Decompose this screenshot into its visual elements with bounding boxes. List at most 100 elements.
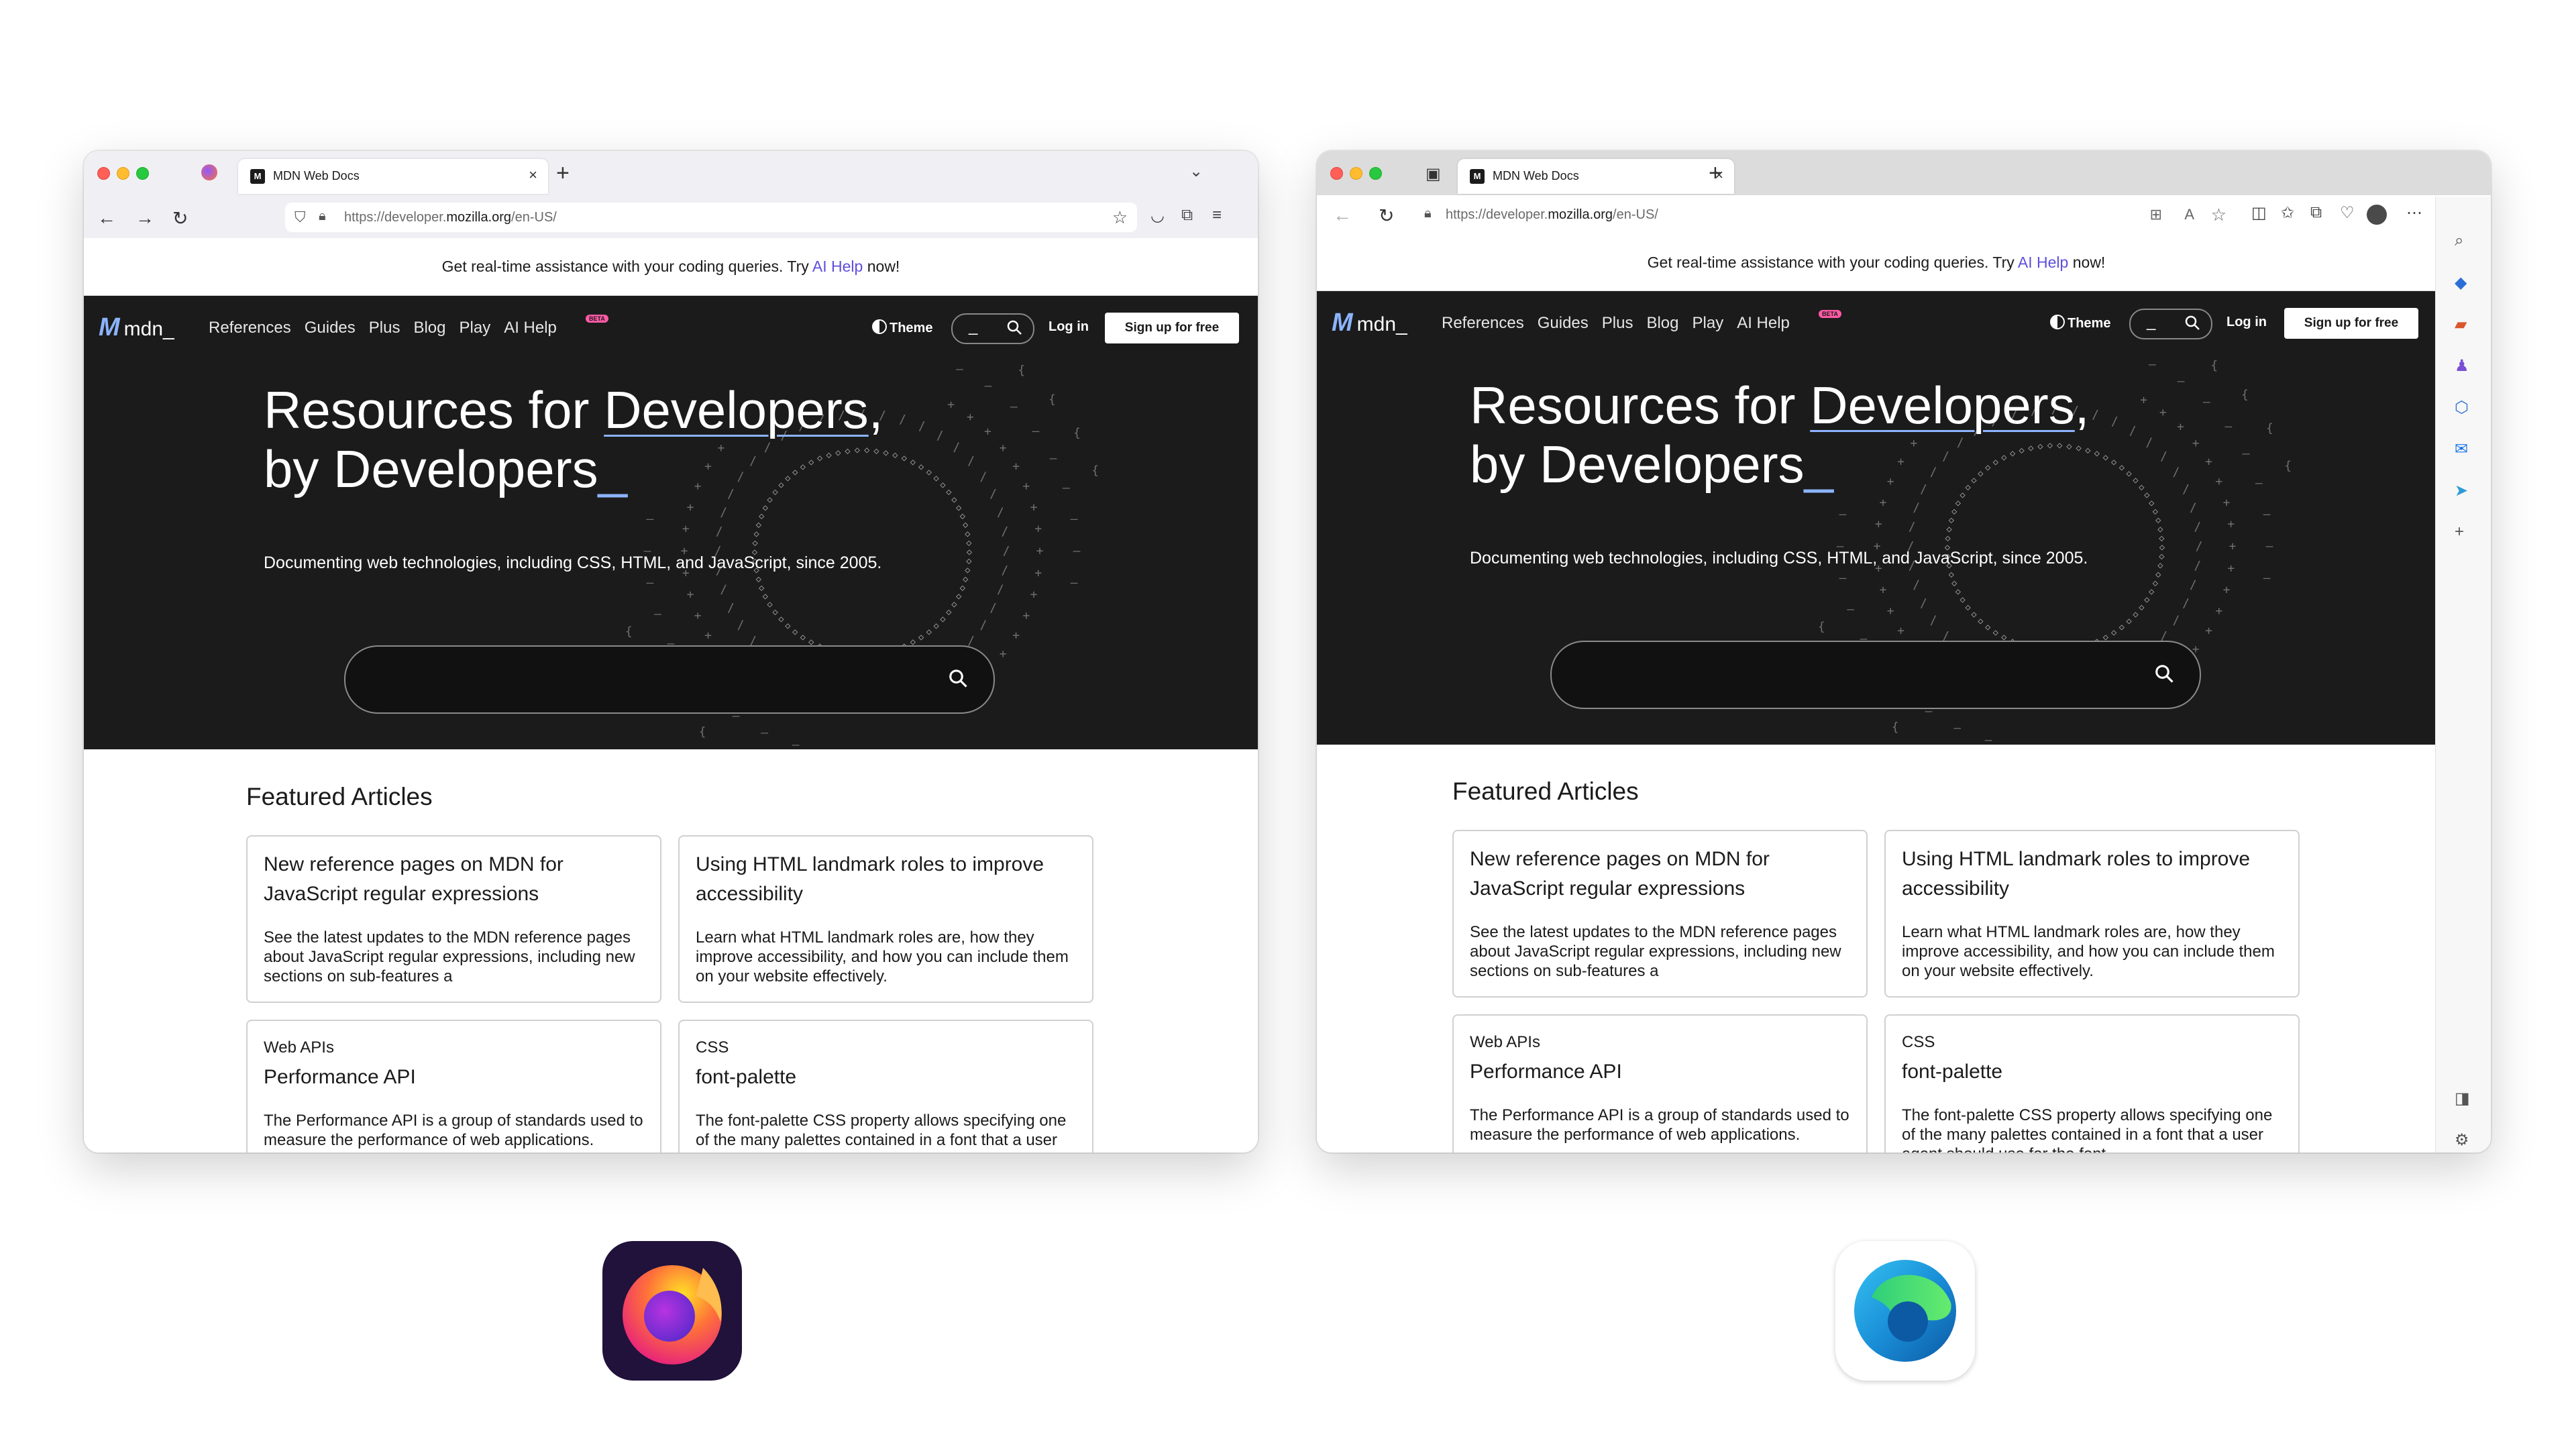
hide-sidebar-icon[interactable]: ◨ xyxy=(2455,1089,2470,1108)
nav-ai-help[interactable]: AI Help xyxy=(504,319,557,337)
nav-plus[interactable]: Plus xyxy=(369,319,400,337)
card-title[interactable]: New reference pages on MDN for JavaScrip… xyxy=(264,850,644,909)
new-tab-button[interactable]: + xyxy=(1709,160,1722,186)
featured-card[interactable]: Web APIs Performance API The Performance… xyxy=(246,1020,661,1152)
card-category[interactable]: Web APIs xyxy=(264,1038,334,1057)
app-available-icon[interactable]: ⊞ xyxy=(2150,206,2162,223)
address-bar[interactable]: ⛉ 🔒︎ https://developer.mozilla.org/en-US… xyxy=(285,203,1137,232)
card-title[interactable]: Using HTML landmark roles to improve acc… xyxy=(1902,845,2282,904)
nav-search-button[interactable]: _ xyxy=(2129,309,2212,339)
new-tab-button[interactable]: + xyxy=(556,160,570,186)
split-screen-icon[interactable]: ◫ xyxy=(2251,203,2267,223)
extensions-icon[interactable]: ⧉ xyxy=(1181,206,1193,225)
reload-icon[interactable]: ↻ xyxy=(172,207,188,229)
nav-ai-help[interactable]: AI Help xyxy=(1737,314,1790,332)
add-sidebar-app-icon[interactable]: + xyxy=(2455,523,2464,541)
signup-button[interactable]: Sign up for free xyxy=(1105,313,1239,343)
reload-icon[interactable]: ↻ xyxy=(1379,205,1394,227)
more-options-icon[interactable]: ⋯ xyxy=(2406,203,2422,223)
close-tab-icon[interactable]: × xyxy=(529,166,537,184)
card-category[interactable]: CSS xyxy=(696,1038,729,1057)
tab-mdn-web-docs[interactable]: M MDN Web Docs × xyxy=(238,159,548,194)
address-bar[interactable]: 🔒︎ https://developer.mozilla.org/en-US/ … xyxy=(1417,200,2236,229)
bookmark-star-icon[interactable]: ☆ xyxy=(1112,207,1128,228)
pocket-icon[interactable]: ◡ xyxy=(1150,206,1165,225)
mdn-logo[interactable]: Mmdn_ xyxy=(1332,309,1407,337)
login-link[interactable]: Log in xyxy=(1049,319,1089,335)
tools-briefcase-icon[interactable]: ▰ xyxy=(2455,315,2467,334)
back-icon[interactable]: ← xyxy=(97,207,116,229)
menu-icon[interactable]: ≡ xyxy=(1212,206,1222,225)
list-tabs-chevron-down-icon[interactable]: ⌄ xyxy=(1189,162,1203,181)
login-link[interactable]: Log in xyxy=(2226,315,2267,330)
profile-avatar[interactable] xyxy=(2367,205,2387,225)
shopping-tag-icon[interactable]: ◆ xyxy=(2455,273,2467,292)
nav-play[interactable]: Play xyxy=(1693,314,1724,332)
tab-mdn-web-docs[interactable]: M MDN Web Docs × xyxy=(1458,159,1734,194)
hero-ring-glyph: / xyxy=(899,413,906,427)
hero-ring-glyph: + xyxy=(2229,539,2237,553)
zoom-window-button[interactable] xyxy=(1369,167,1382,180)
minimize-window-button[interactable] xyxy=(1350,167,1362,180)
featured-card[interactable]: CSS font-palette The font-palette CSS pr… xyxy=(1884,1014,2300,1152)
favorites-icon[interactable]: ✩ xyxy=(2281,203,2294,223)
hero-search-input[interactable] xyxy=(1550,641,2201,709)
read-aloud-icon[interactable]: A xyxy=(2184,206,2194,223)
card-title[interactable]: New reference pages on MDN for JavaScrip… xyxy=(1470,845,1850,904)
forward-icon[interactable]: → xyxy=(136,207,154,229)
sidebar-settings-gear-icon[interactable]: ⚙ xyxy=(2455,1130,2469,1150)
card-title[interactable]: font-palette xyxy=(696,1063,1076,1092)
firefox-view-icon[interactable] xyxy=(201,164,217,180)
close-window-button[interactable] xyxy=(1330,167,1343,180)
search-icon[interactable]: ⌕ xyxy=(2455,231,2463,250)
nav-plus[interactable]: Plus xyxy=(1602,314,1633,332)
nav-search-button[interactable]: _ xyxy=(951,313,1034,344)
firefox-tab-strip: M MDN Web Docs × + ⌄ xyxy=(84,151,1258,197)
hero-search-input[interactable] xyxy=(344,645,995,714)
card-title[interactable]: Using HTML landmark roles to improve acc… xyxy=(696,850,1076,909)
nav-blog[interactable]: Blog xyxy=(1646,314,1678,332)
featured-card[interactable]: New reference pages on MDN for JavaScrip… xyxy=(1452,830,1868,998)
ai-help-link[interactable]: AI Help xyxy=(812,258,863,275)
back-icon[interactable]: ← xyxy=(1333,205,1352,226)
card-title[interactable]: Performance API xyxy=(264,1063,644,1092)
firefox-window: M MDN Web Docs × + ⌄ ← → ↻ ⛉ 🔒︎ https://… xyxy=(84,151,1258,1152)
close-window-button[interactable] xyxy=(97,167,110,180)
outlook-icon[interactable]: ✉ xyxy=(2455,439,2468,459)
card-title[interactable]: Performance API xyxy=(1470,1057,1850,1087)
hero-ring-glyph: / xyxy=(967,454,975,468)
browser-essentials-icon[interactable]: ♡ xyxy=(2340,203,2355,223)
nav-references[interactable]: References xyxy=(1442,314,1524,332)
lock-icon[interactable]: 🔒︎ xyxy=(1424,206,1432,221)
microsoft-365-icon[interactable]: ⬡ xyxy=(2455,398,2469,417)
tab-actions-icon[interactable]: ▣ xyxy=(1426,164,1441,184)
nav-references[interactable]: References xyxy=(209,319,291,337)
card-category[interactable]: CSS xyxy=(1902,1033,1935,1052)
zoom-window-button[interactable] xyxy=(136,167,149,180)
games-icon[interactable]: ♟ xyxy=(2455,356,2469,376)
featured-card[interactable]: Using HTML landmark roles to improve acc… xyxy=(1884,830,2300,998)
nav-blog[interactable]: Blog xyxy=(413,319,445,337)
featured-card[interactable]: New reference pages on MDN for JavaScrip… xyxy=(246,835,661,1003)
lock-icon[interactable]: 🔒︎ xyxy=(319,209,326,224)
collections-icon[interactable]: ⧉ xyxy=(2310,203,2322,222)
card-title[interactable]: font-palette xyxy=(1902,1057,2282,1087)
signup-button[interactable]: Sign up for free xyxy=(2284,308,2418,339)
shield-icon[interactable]: ⛉ xyxy=(294,209,306,226)
theme-switcher[interactable]: Theme xyxy=(872,319,932,336)
hero-ring-glyph: ◇ xyxy=(1971,609,1977,620)
nav-play[interactable]: Play xyxy=(460,319,491,337)
featured-card[interactable]: Web APIs Performance API The Performance… xyxy=(1452,1014,1868,1152)
minimize-window-button[interactable] xyxy=(117,167,129,180)
nav-guides[interactable]: Guides xyxy=(305,319,356,337)
card-category[interactable]: Web APIs xyxy=(1470,1033,1540,1052)
mdn-logo[interactable]: Mmdn_ xyxy=(99,313,174,342)
nav-guides[interactable]: Guides xyxy=(1538,314,1589,332)
hero-ring-glyph: / xyxy=(989,601,997,615)
featured-card[interactable]: CSS font-palette The font-palette CSS pr… xyxy=(678,1020,1093,1152)
drop-icon[interactable]: ➤ xyxy=(2455,481,2468,500)
theme-switcher[interactable]: Theme xyxy=(2050,315,2110,331)
ai-help-link[interactable]: AI Help xyxy=(2018,254,2068,271)
featured-card[interactable]: Using HTML landmark roles to improve acc… xyxy=(678,835,1093,1003)
favorite-star-icon[interactable]: ☆ xyxy=(2211,205,2226,225)
